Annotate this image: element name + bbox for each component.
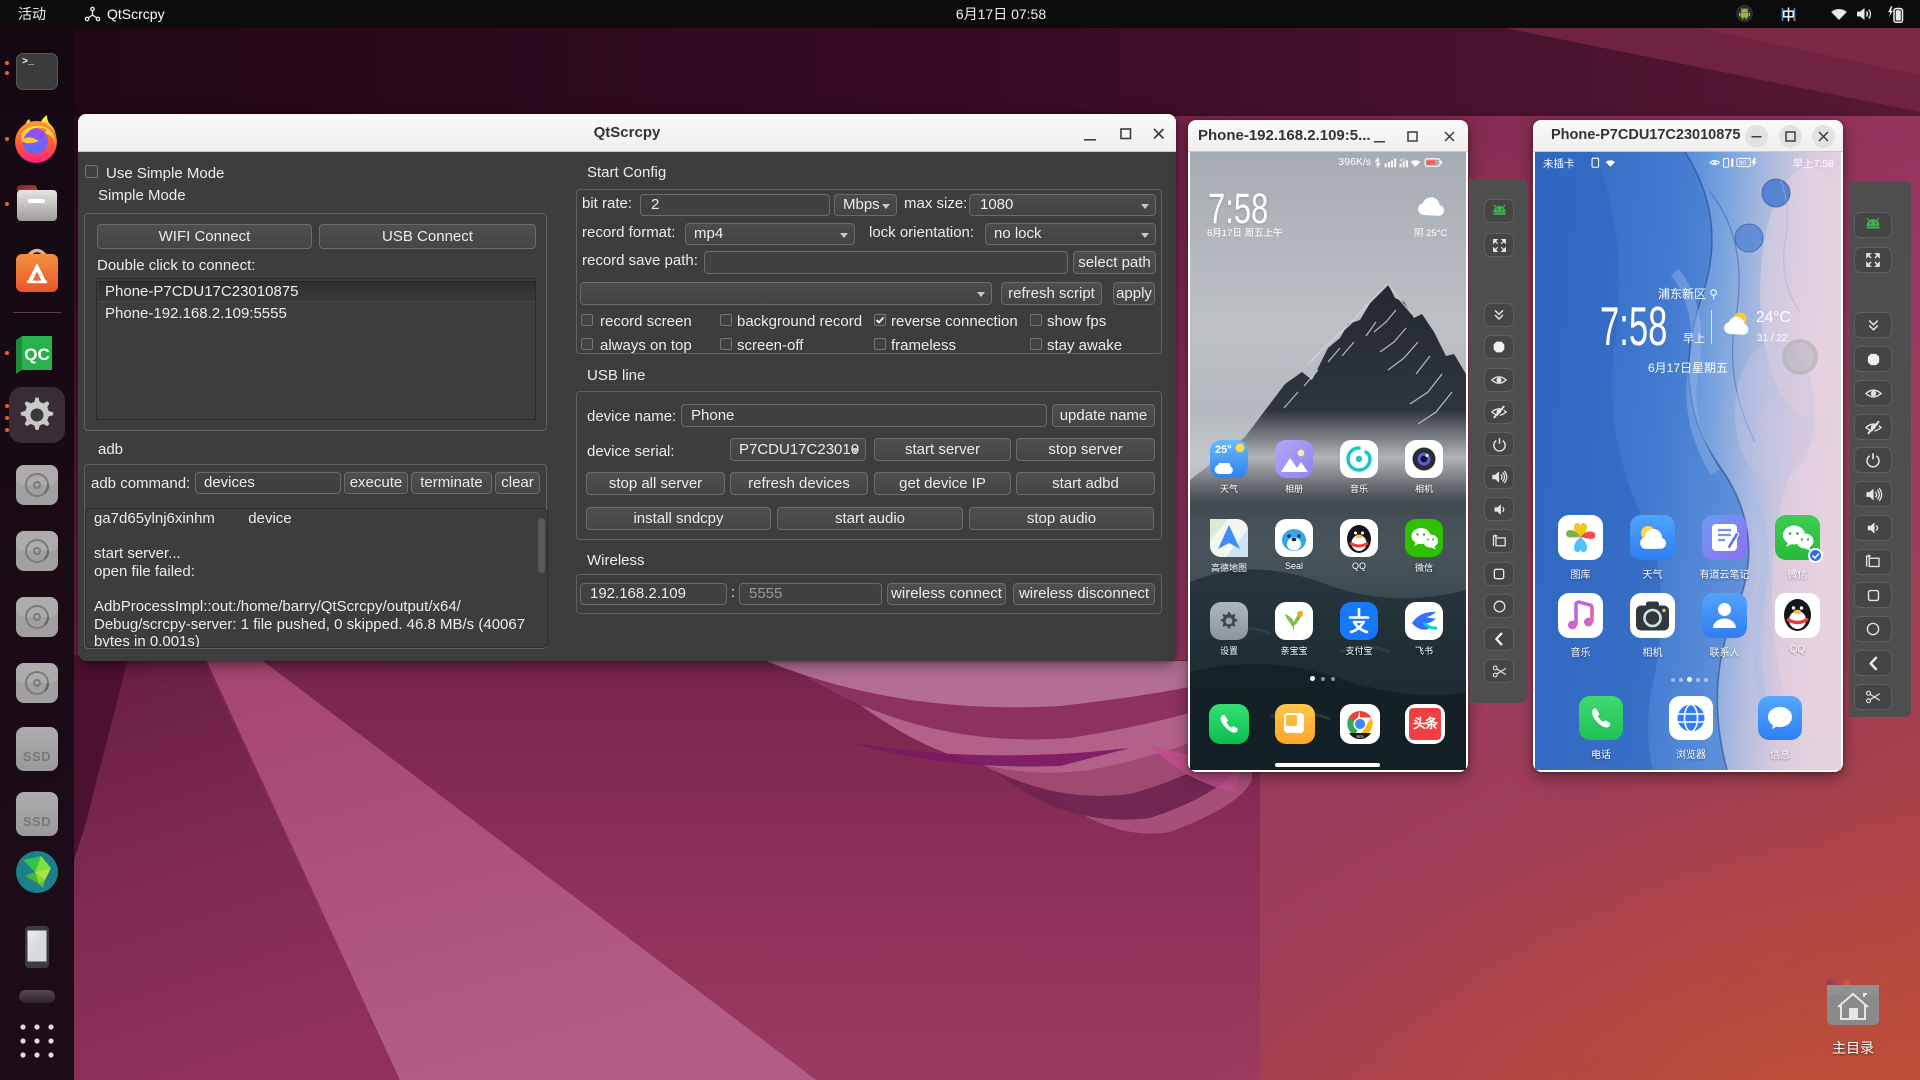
svg-text:Beta: Beta [1357,735,1364,739]
svg-text:90: 90 [1739,160,1747,167]
svg-text:QC: QC [24,345,50,364]
